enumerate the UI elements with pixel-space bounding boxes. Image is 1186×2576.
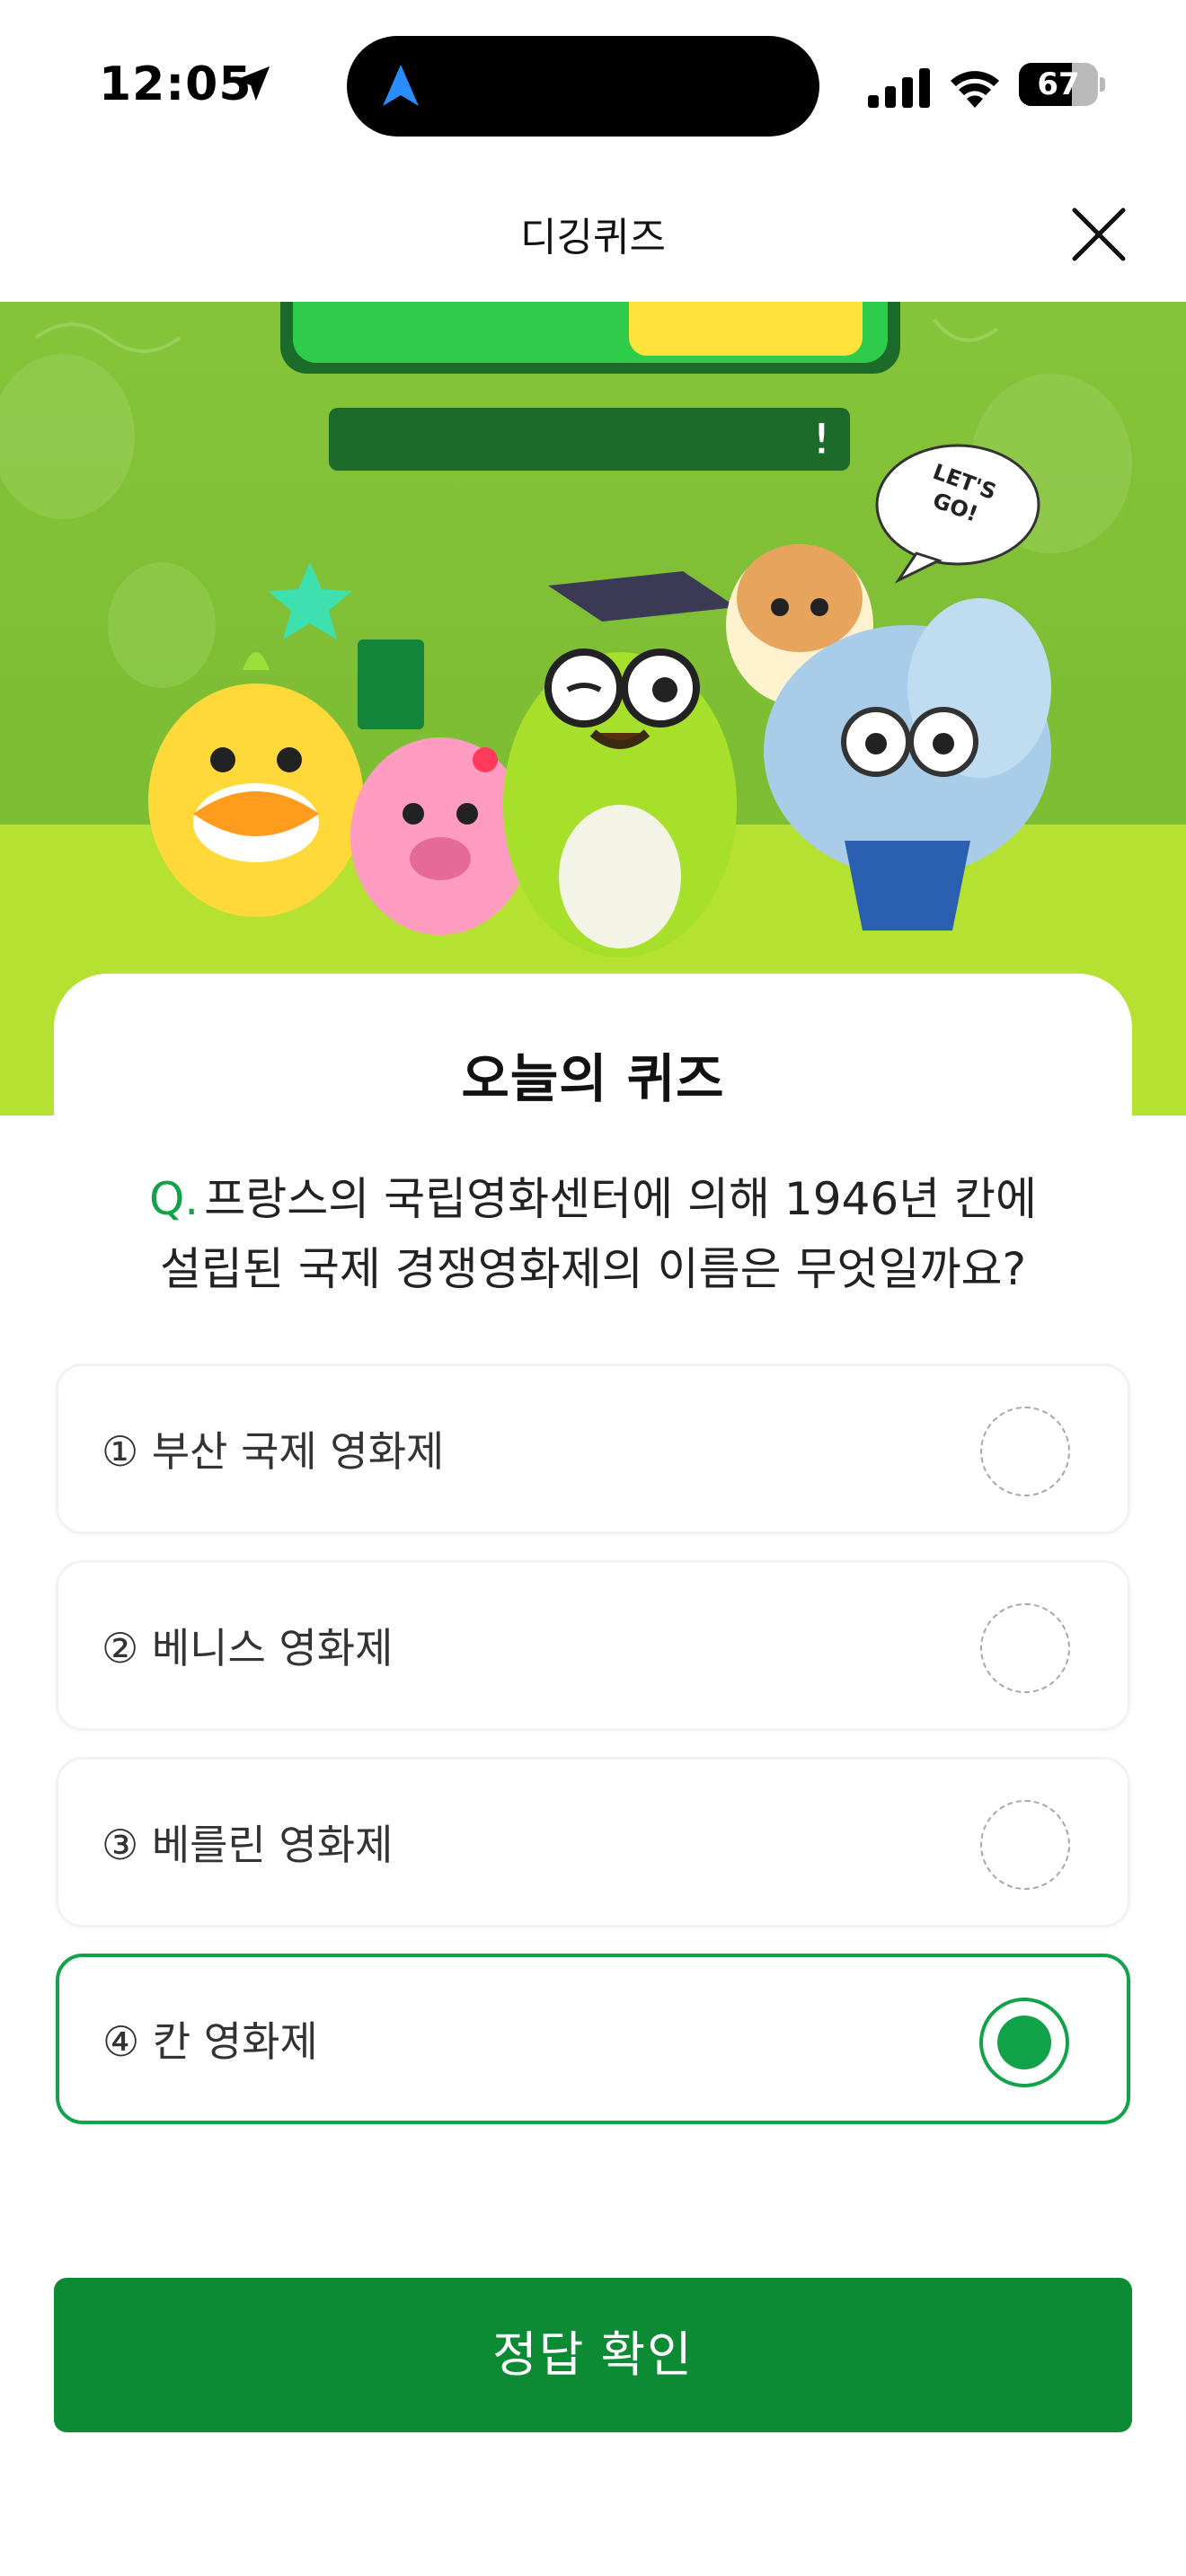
answer-option-label: ④ 칸 영화제 bbox=[102, 2017, 318, 2066]
dynamic-island bbox=[347, 36, 819, 137]
answer-option-4[interactable]: ④ 칸 영화제 bbox=[56, 1954, 1130, 2124]
close-icon[interactable] bbox=[1067, 203, 1130, 266]
location-arrow-icon bbox=[235, 66, 270, 101]
status-time: 12:05 bbox=[99, 57, 252, 111]
answer-option-label: ③ 베를린 영화제 bbox=[102, 1821, 394, 1869]
battery-icon: 67 bbox=[1019, 63, 1105, 106]
radio-button-selected[interactable] bbox=[979, 1998, 1069, 2087]
navigation-arrow-icon bbox=[383, 65, 419, 106]
check-answer-button[interactable]: 정답 확인 bbox=[54, 2278, 1132, 2432]
page-title: 디깅퀴즈 bbox=[520, 215, 666, 260]
wifi-icon bbox=[951, 71, 999, 108]
question-text: Q. 프랑스의 국립영화센터에 의해 1946년 칸에 설립된 국제 경쟁영화제의… bbox=[90, 1164, 1096, 1304]
radio-button[interactable] bbox=[980, 1407, 1070, 1496]
question-marker: Q. bbox=[148, 1173, 199, 1225]
nav-header: 디깅퀴즈 bbox=[0, 171, 1186, 302]
radio-selected-dot bbox=[997, 2016, 1051, 2069]
radio-button[interactable] bbox=[980, 1603, 1070, 1693]
answer-option-label: ① 부산 국제 영화제 bbox=[102, 1427, 445, 1476]
answer-option-2[interactable]: ② 베니스 영화제 bbox=[56, 1560, 1130, 1731]
cellular-signal-icon bbox=[868, 68, 930, 108]
answer-option-1[interactable]: ① 부산 국제 영화제 bbox=[56, 1363, 1130, 1534]
status-bar: 12:05 67 bbox=[0, 0, 1186, 171]
answer-option-label: ② 베니스 영화제 bbox=[102, 1624, 394, 1672]
answer-option-3[interactable]: ③ 베를린 영화제 bbox=[56, 1757, 1130, 1928]
radio-button[interactable] bbox=[980, 1800, 1070, 1890]
quiz-heading: 오늘의 퀴즈 bbox=[452, 1037, 734, 1112]
question-line-2: 설립된 국제 경쟁영화제의 이름은 무엇일까요? bbox=[159, 1243, 1027, 1295]
question-line-1: 프랑스의 국립영화센터에 의해 1946년 칸에 bbox=[204, 1173, 1038, 1225]
banner-slogan: 우리는 농협을 덕질한다! bbox=[344, 412, 834, 467]
battery-level: 67 bbox=[1037, 66, 1080, 102]
